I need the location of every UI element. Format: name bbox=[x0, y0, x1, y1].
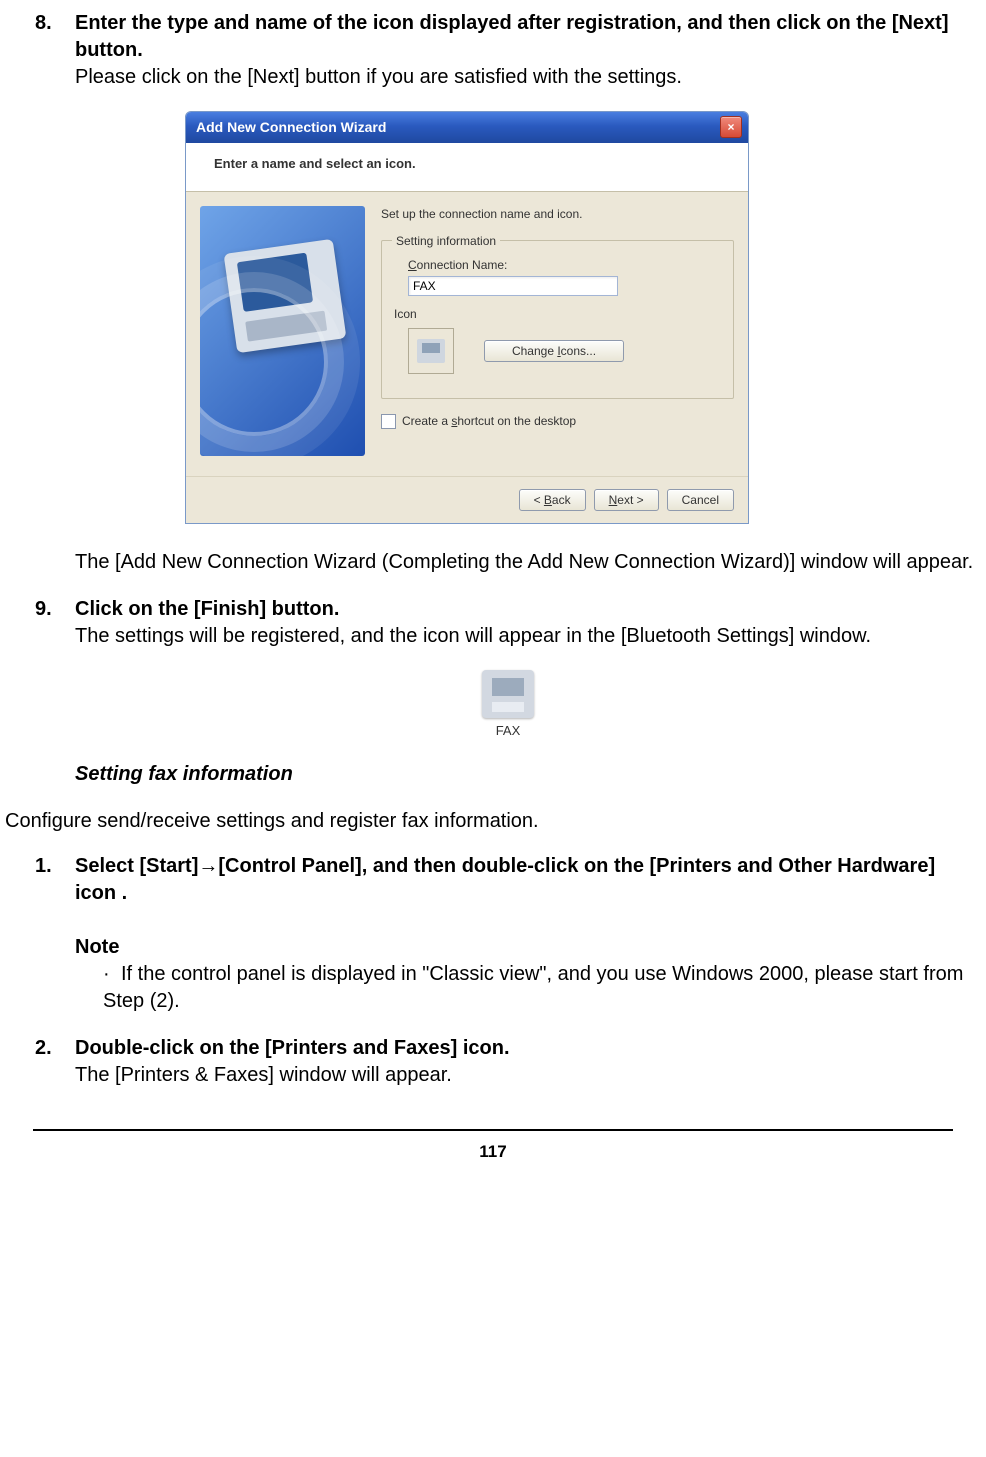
step-number: 8. bbox=[35, 10, 65, 37]
step2-body: The [Printers & Faxes] window will appea… bbox=[75, 1064, 452, 1086]
fax-icon-label: FAX bbox=[468, 722, 548, 740]
note-label: Note bbox=[75, 936, 119, 958]
fax-icon bbox=[417, 339, 445, 363]
section-heading: Setting fax information bbox=[75, 763, 293, 785]
connection-name-label: Connection Name: bbox=[408, 257, 721, 273]
setting-information-group: Setting information Connection Name: Ico… bbox=[381, 240, 734, 399]
close-icon[interactable]: × bbox=[720, 116, 742, 138]
section-intro: Configure send/receive settings and regi… bbox=[5, 810, 539, 832]
group-legend: Setting information bbox=[392, 233, 500, 249]
icon-preview bbox=[408, 328, 454, 374]
fax-result-icon-block: FAX bbox=[468, 670, 548, 740]
dialog-titlebar: Add New Connection Wizard × bbox=[186, 112, 748, 143]
bullet-icon: · bbox=[103, 961, 121, 988]
step-number: 2. bbox=[35, 1035, 65, 1062]
icon-label: Icon bbox=[394, 306, 721, 322]
next-button[interactable]: Next > bbox=[594, 489, 659, 511]
shortcut-checkbox[interactable] bbox=[381, 414, 396, 429]
step9-body: The settings will be registered, and the… bbox=[75, 625, 871, 647]
change-icons-button[interactable]: Change Icons... bbox=[484, 340, 624, 362]
shortcut-label: Create a shortcut on the desktop bbox=[402, 413, 576, 429]
back-button[interactable]: < Back bbox=[519, 489, 586, 511]
dialog-title: Add New Connection Wizard bbox=[196, 118, 386, 137]
connection-name-input[interactable] bbox=[408, 276, 618, 296]
step2-title: Double-click on the [Printers and Faxes]… bbox=[75, 1037, 510, 1059]
step-number: 1. bbox=[35, 853, 65, 880]
step8-body: Please click on the [Next] button if you… bbox=[75, 66, 682, 88]
page-number: 117 bbox=[5, 1141, 981, 1164]
dialog-prompt: Set up the connection name and icon. bbox=[381, 206, 734, 222]
step8-title: Enter the type and name of the icon disp… bbox=[75, 12, 949, 61]
step-number: 9. bbox=[35, 596, 65, 623]
cancel-button[interactable]: Cancel bbox=[667, 489, 734, 511]
step9-title: Click on the [Finish] button. bbox=[75, 598, 339, 620]
wizard-dialog: Add New Connection Wizard × Enter a name… bbox=[185, 111, 749, 524]
footer-rule bbox=[33, 1129, 953, 1131]
wizard-side-image bbox=[200, 206, 365, 456]
fax-icon bbox=[482, 670, 534, 718]
post-step8-text: The [Add New Connection Wizard (Completi… bbox=[75, 551, 973, 573]
step1-title: Select [Start]→[Control Panel], and then… bbox=[75, 855, 935, 904]
note-body: If the control panel is displayed in "Cl… bbox=[103, 963, 963, 1012]
dialog-banner: Enter a name and select an icon. bbox=[186, 143, 748, 192]
